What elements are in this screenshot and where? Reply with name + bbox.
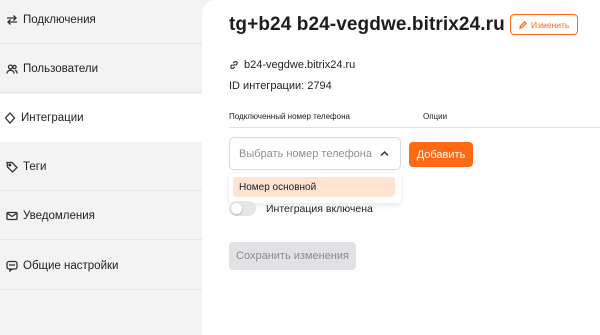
toggle-knob [231,203,242,214]
sidebar-item-label: Теги [23,160,47,173]
column-header-phone: Подключенный номер телефона [229,112,350,121]
dropdown-option-main-number[interactable]: Номер основной [233,177,395,197]
main-panel: tg+b24 b24-vegdwe.bitrix24.ru Изменить b… [202,0,600,335]
add-button[interactable]: Добавить [409,142,473,167]
sidebar-item-label: Общие настройки [23,259,119,272]
sidebar: Подключения Пользователи Интеграции Теги… [0,0,202,335]
integration-toggle[interactable] [229,201,256,216]
mail-icon [6,210,18,222]
phone-select[interactable]: Выбрать номер телефона [229,137,401,170]
users-icon [6,63,18,75]
phone-select-placeholder: Выбрать номер телефона [239,147,372,160]
sidebar-item-label: Подключения [23,13,96,26]
sidebar-item-label: Пользователи [23,62,99,75]
chat-settings-icon [6,260,18,272]
column-header-options: Опции [423,112,448,121]
sidebar-item-users[interactable]: Пользователи [0,45,202,93]
domain-link[interactable]: b24-vegdwe.bitrix24.ru [229,59,355,71]
sidebar-item-tags[interactable]: Теги [0,143,202,191]
save-changes-button[interactable]: Сохранить изменения [229,242,356,270]
table-divider [229,127,600,128]
sidebar-item-integrations[interactable]: Интеграции [0,94,202,142]
toggle-label: Интеграция включена [266,202,373,215]
integration-id: ID интеграции: 2794 [229,80,332,92]
pencil-icon [519,20,527,29]
sidebar-item-connections[interactable]: Подключения [0,0,202,44]
link-icon [230,60,238,70]
sidebar-item-label: Уведомления [23,209,95,222]
page-title: tg+b24 b24-vegdwe.bitrix24.ru [229,14,505,35]
phone-dropdown: Номер основной [229,173,401,203]
sidebar-item-notifications[interactable]: Уведомления [0,192,202,240]
sidebar-item-general-settings[interactable]: Общие настройки [0,242,202,290]
domain-text: b24-vegdwe.bitrix24.ru [244,59,356,71]
integration-toggle-row: Интеграция включена [229,201,373,216]
tag-icon [6,161,18,173]
sidebar-item-label: Интеграции [21,112,84,124]
chevron-up-icon [380,150,389,157]
integrations-icon [4,112,16,124]
edit-button[interactable]: Изменить [510,14,579,35]
connections-icon [6,14,18,26]
edit-button-label: Изменить [531,19,570,30]
